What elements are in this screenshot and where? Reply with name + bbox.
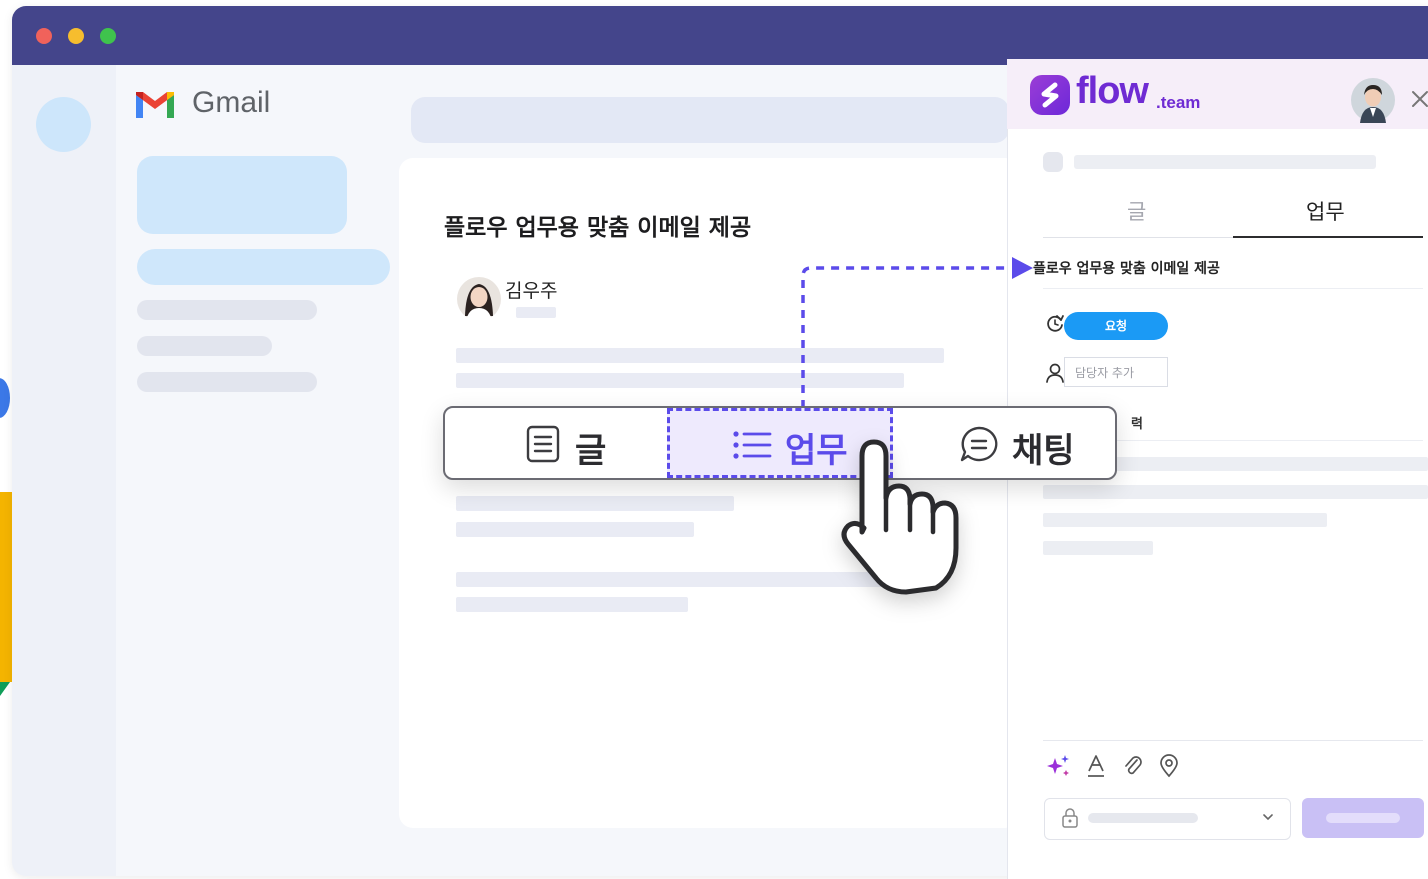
title-bar bbox=[12, 6, 1428, 65]
flow-wordmark: flow bbox=[1076, 70, 1149, 112]
flow-wordmark-suffix: .team bbox=[1156, 93, 1201, 112]
status-badge-request[interactable]: 요청 bbox=[1064, 312, 1168, 340]
document-icon bbox=[526, 425, 560, 463]
minimize-window-dot[interactable] bbox=[68, 28, 84, 44]
select-value-placeholder bbox=[1088, 813, 1198, 823]
body-line bbox=[456, 496, 734, 511]
active-tab-underline bbox=[1233, 236, 1423, 238]
assignee-add-field[interactable]: 담당자 추가 bbox=[1064, 357, 1168, 387]
panel-content-line bbox=[1043, 513, 1327, 527]
left-rail bbox=[12, 65, 116, 876]
status-cycle-icon bbox=[1047, 315, 1064, 332]
float-tab-chat-label: 채팅 bbox=[1012, 431, 1075, 471]
divider bbox=[1043, 740, 1423, 741]
sidebar-item-placeholder[interactable] bbox=[137, 300, 317, 320]
person-icon bbox=[1046, 363, 1064, 383]
panel-content-line bbox=[1043, 541, 1153, 555]
divider bbox=[1043, 288, 1423, 289]
gmail-wordmark: Gmail bbox=[192, 86, 271, 119]
panel-content-line bbox=[1043, 485, 1428, 499]
sidebar-item-placeholder[interactable] bbox=[137, 249, 390, 285]
flow-logo-icon bbox=[1030, 75, 1070, 115]
body-line bbox=[456, 597, 688, 612]
text-format-icon[interactable] bbox=[1085, 754, 1107, 778]
edge-shape-green bbox=[0, 682, 10, 696]
body-line bbox=[456, 522, 694, 537]
compose-button-placeholder[interactable] bbox=[137, 156, 347, 234]
sender-name: 김우주 bbox=[505, 280, 558, 302]
chevron-down-icon bbox=[1263, 814, 1273, 821]
maximize-window-dot[interactable] bbox=[100, 28, 116, 44]
close-window-dot[interactable] bbox=[36, 28, 52, 44]
edge-shape-blue bbox=[0, 378, 10, 418]
sender-meta-placeholder bbox=[516, 307, 556, 318]
submit-button[interactable] bbox=[1302, 798, 1424, 838]
pointer-hand-icon bbox=[841, 439, 959, 595]
attachment-icon[interactable] bbox=[1122, 754, 1144, 778]
panel-tab-post[interactable]: 글 bbox=[1127, 196, 1146, 226]
panel-icon-placeholder bbox=[1043, 152, 1063, 172]
location-pin-icon[interactable] bbox=[1158, 753, 1180, 779]
submit-label-placeholder bbox=[1326, 813, 1400, 823]
sender-avatar bbox=[457, 277, 501, 322]
task-title: 플로우 업무용 맞춤 이메일 제공 bbox=[1033, 261, 1220, 277]
rail-avatar-placeholder[interactable] bbox=[36, 97, 91, 152]
ai-sparkle-icon[interactable] bbox=[1045, 752, 1073, 780]
email-subject: 플로우 업무용 맞춤 이메일 제공 bbox=[444, 215, 752, 241]
body-line bbox=[456, 572, 886, 587]
edge-shape-yellow bbox=[0, 492, 12, 682]
float-tab-post-label: 글 bbox=[575, 431, 607, 471]
lock-icon bbox=[1062, 808, 1078, 828]
list-icon bbox=[733, 431, 772, 459]
user-avatar[interactable] bbox=[1350, 77, 1396, 123]
sidebar-item-placeholder[interactable] bbox=[137, 372, 317, 392]
partial-field-label: 력 bbox=[1131, 417, 1143, 432]
close-icon[interactable] bbox=[1410, 89, 1428, 109]
panel-line-placeholder bbox=[1074, 155, 1376, 169]
dashed-connector-arrow bbox=[801, 257, 1033, 408]
panel-tab-task[interactable]: 업무 bbox=[1306, 196, 1345, 226]
sidebar-item-placeholder[interactable] bbox=[137, 336, 272, 356]
gmail-logo-icon bbox=[136, 92, 174, 118]
search-bar-placeholder[interactable] bbox=[411, 97, 1009, 143]
